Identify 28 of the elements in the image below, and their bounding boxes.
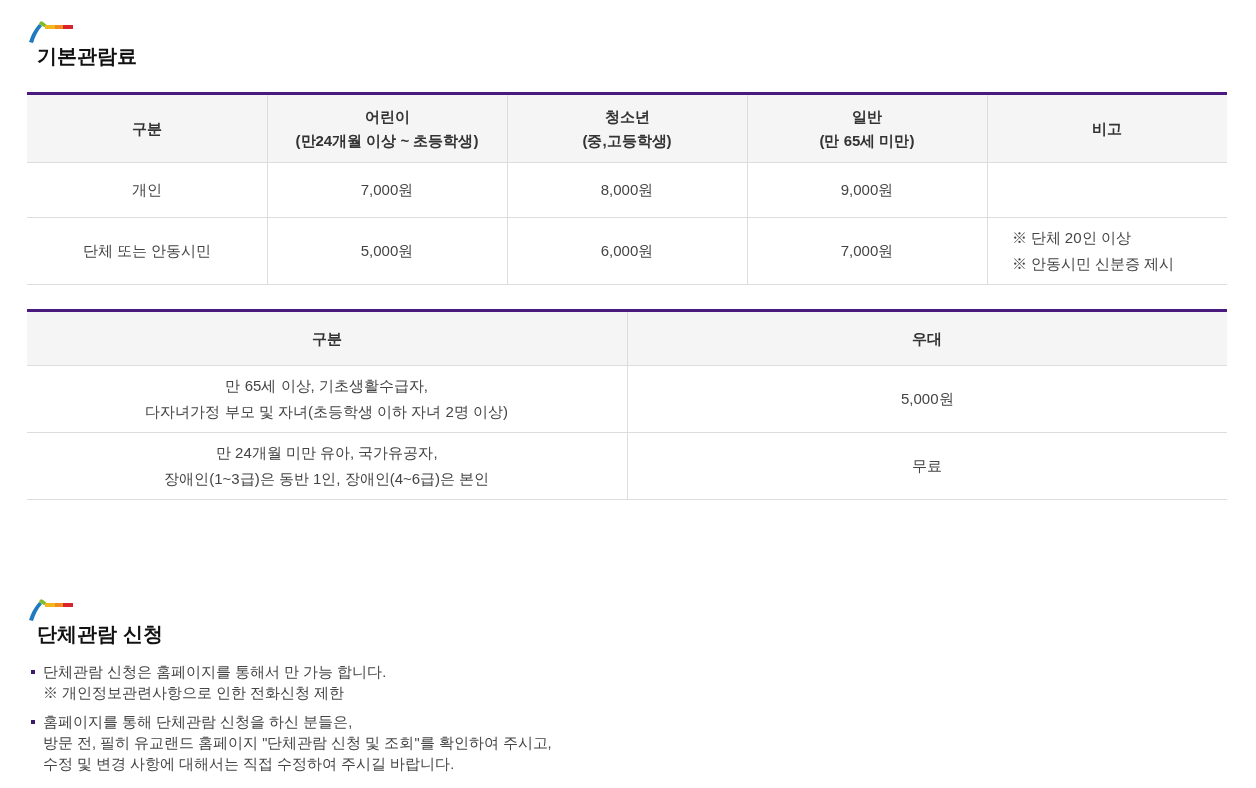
- table-cell: 9,000원: [747, 162, 987, 218]
- table-cell: ※ 단체 20인 이상 ※ 안동시민 신분증 제시: [987, 217, 1227, 285]
- column-header: 청소년 (중,고등학생): [507, 93, 747, 163]
- column-header: 구분: [27, 310, 627, 366]
- table-cell: 7,000원: [267, 162, 507, 218]
- table-cell: 8,000원: [507, 162, 747, 218]
- table-cell: 무료: [627, 432, 1227, 500]
- table-cell: 6,000원: [507, 217, 747, 285]
- notice-text: 홈페이지를 통해 단체관람 신청을 하신 분들은, 방문 전, 필히 유교랜드 홈페이지 "단체관람 신청 및 조회"를 확인하여 주시고, 수정 및 변경 사항에 대해서는 직접 수정하여 주시길 바랍니다.: [43, 713, 552, 774]
- table-cell: 개인: [27, 162, 267, 218]
- brush-logo-icon: [27, 596, 75, 622]
- column-header: 비고: [987, 93, 1227, 163]
- brush-logo-icon: [27, 18, 75, 44]
- table-cell: 5,000원: [627, 365, 1227, 433]
- column-header: 일반 (만 65세 미만): [747, 93, 987, 163]
- table-cell: 만 24개월 미만 유아, 국가유공자, 장애인(1~3급)은 동반 1인, 장애인(4~6급)은 본인: [27, 432, 627, 500]
- column-header: 어린이 (만24개월 이상 ~ 초등학생): [267, 93, 507, 163]
- table-cell: 5,000원: [267, 217, 507, 285]
- table-cell: 단체 또는 안동시민: [27, 217, 267, 285]
- section-title: 단체관람 신청: [37, 622, 163, 647]
- notice-text: 단체관람 신청은 홈페이지를 통해서 만 가능 합니다. ※ 개인정보관련사항으로 인한 전화신청 제한: [43, 663, 387, 703]
- table-cell: 7,000원: [747, 217, 987, 285]
- bullet-icon: [31, 670, 35, 674]
- section-title: 기본관람료: [37, 44, 137, 69]
- table-cell: 만 65세 이상, 기초생활수급자, 다자녀가정 부모 및 자녀(초등학생 이하 자녀 2명 이상): [27, 365, 627, 433]
- column-header: 구분: [27, 93, 267, 163]
- bullet-icon: [31, 720, 35, 724]
- column-header: 우대: [627, 310, 1227, 366]
